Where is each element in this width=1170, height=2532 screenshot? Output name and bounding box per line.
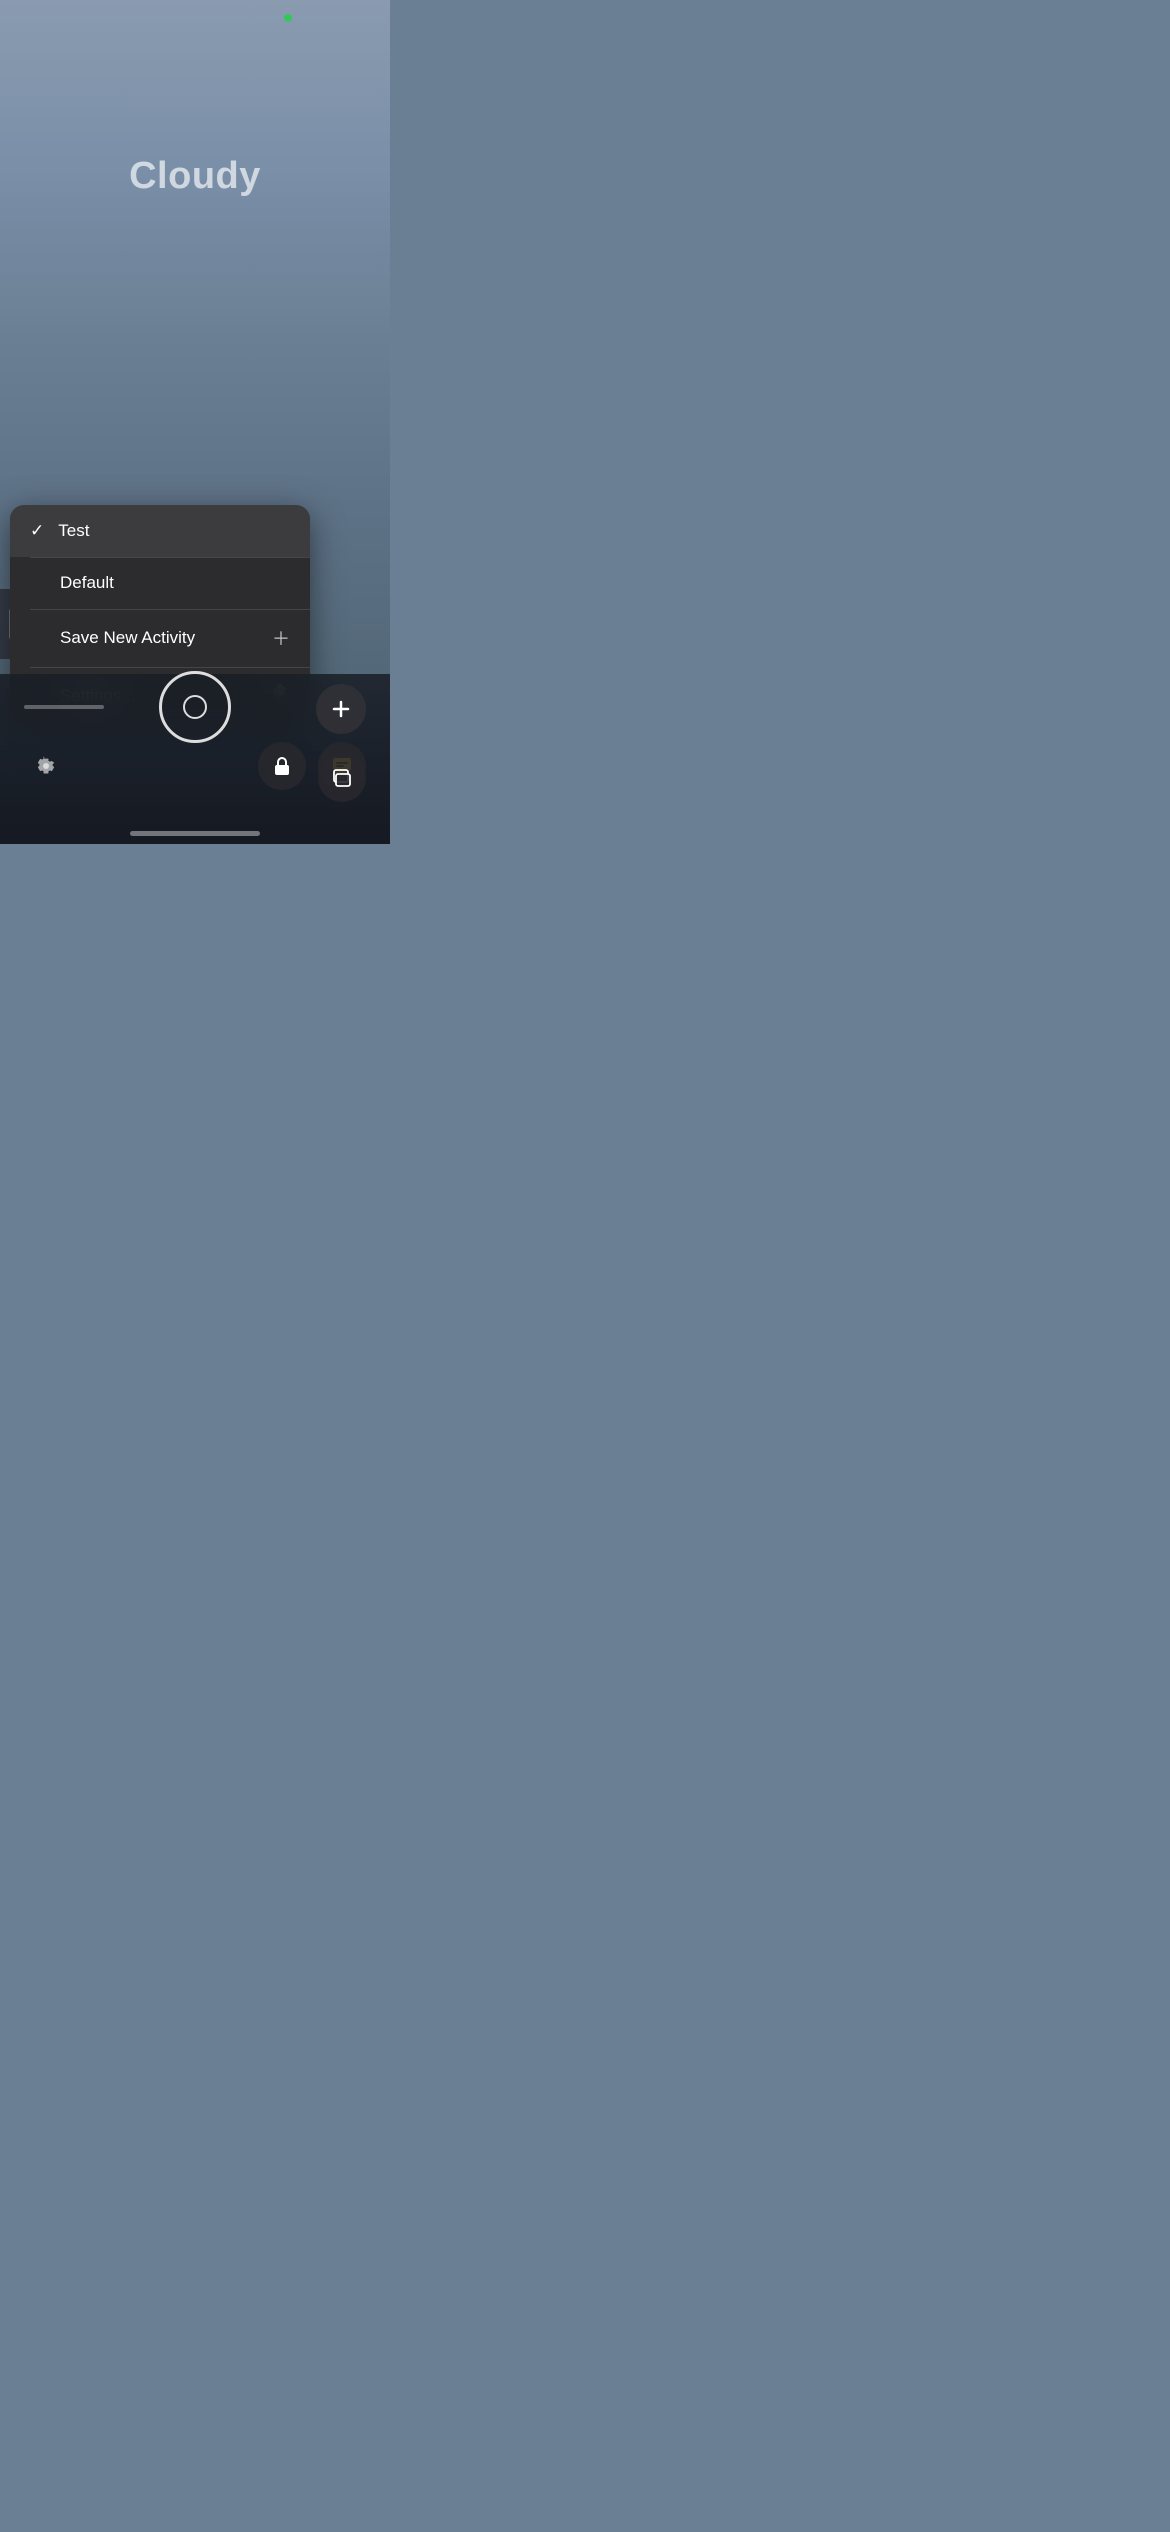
record-inner (183, 695, 207, 719)
add-button[interactable] (316, 684, 366, 734)
lock-button[interactable] (258, 742, 306, 790)
menu-item-default[interactable]: Default (10, 557, 310, 609)
settings-button[interactable] (24, 744, 68, 788)
menu-item-save-label: Save New Activity (30, 628, 272, 648)
menu-item-test-label: Test (58, 521, 290, 541)
bottom-toolbar (0, 674, 390, 844)
green-dot-indicator (284, 14, 292, 22)
layers-button-container (318, 754, 366, 802)
check-icon: ✓ (30, 521, 44, 541)
layers-button[interactable] (318, 754, 366, 802)
menu-item-test[interactable]: ✓ Test (10, 505, 310, 557)
record-button[interactable] (159, 671, 231, 743)
home-indicator (130, 831, 260, 836)
menu-item-default-label: Default (30, 573, 290, 593)
weather-label: Cloudy (0, 155, 390, 198)
screen: Cloudy ✓ Test Default Save New Activity … (0, 0, 390, 844)
menu-item-save-new-activity[interactable]: Save New Activity ＋ (10, 609, 310, 667)
plus-icon: ＋ (272, 625, 290, 651)
timeline-bar (24, 705, 104, 709)
